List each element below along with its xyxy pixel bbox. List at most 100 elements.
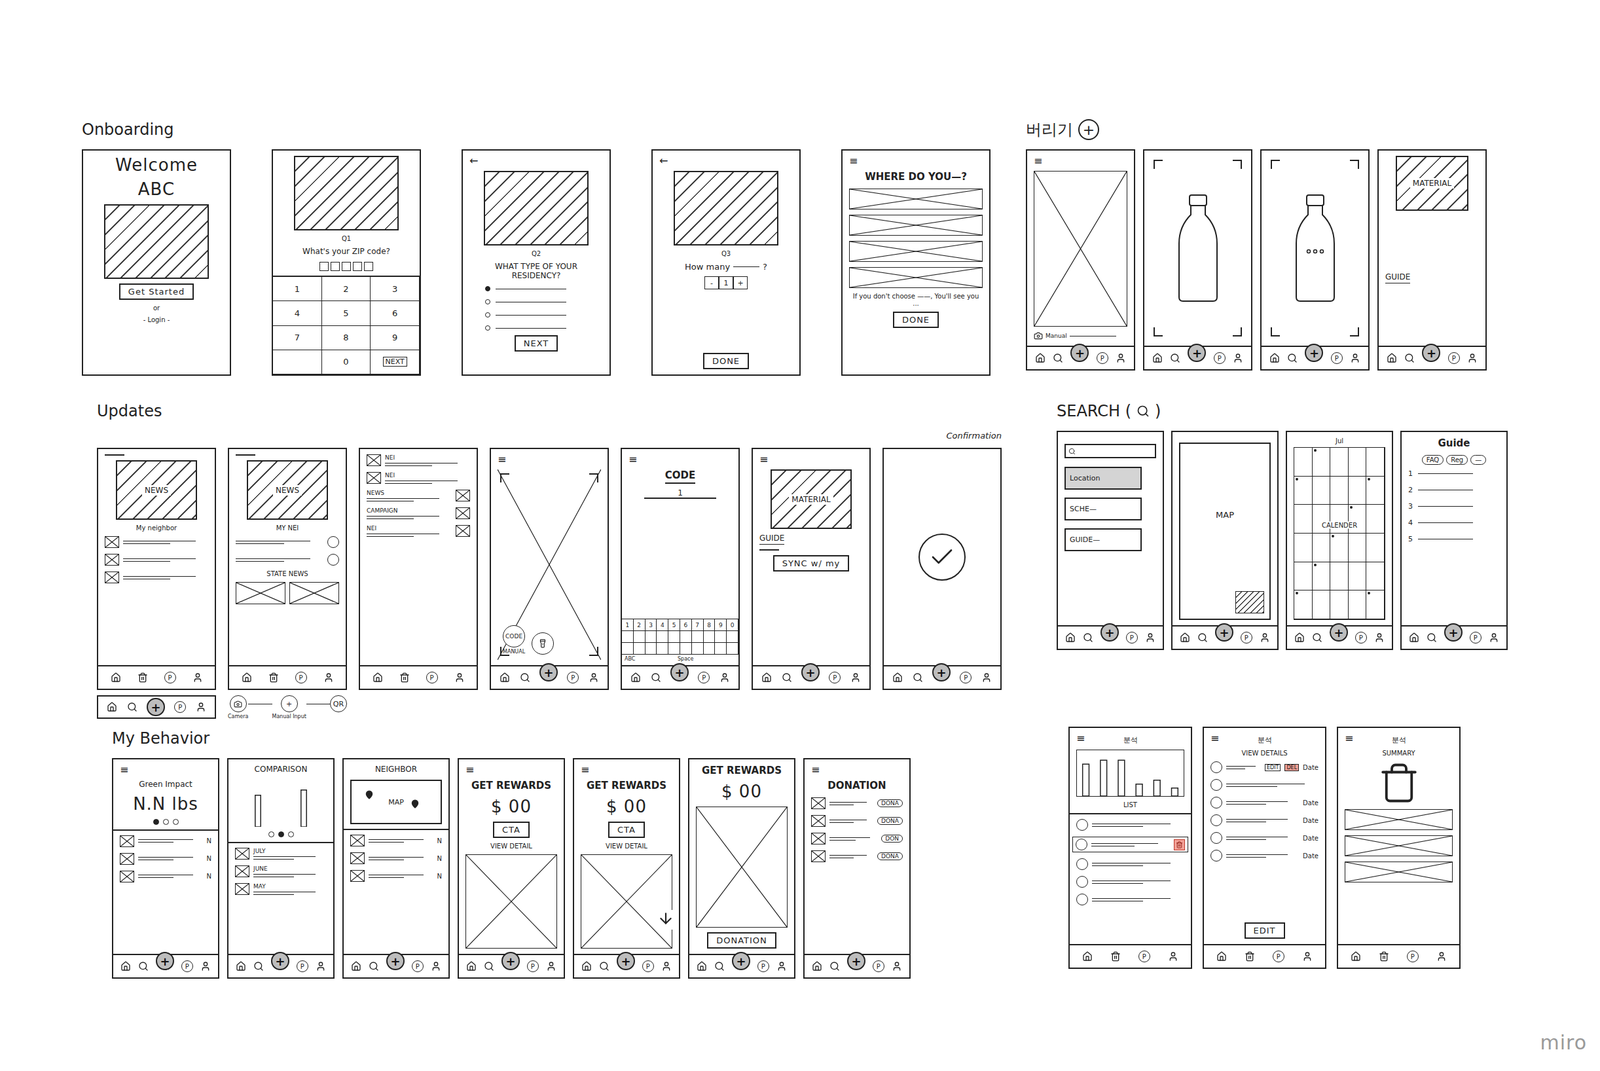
points-icon[interactable]: P	[1406, 950, 1419, 963]
key[interactable]	[645, 631, 658, 643]
profile-icon[interactable]	[588, 672, 600, 683]
profile-icon[interactable]	[545, 961, 557, 972]
home-icon[interactable]	[372, 672, 383, 683]
keypad-key[interactable]: NEXT	[370, 350, 420, 375]
option-card[interactable]	[1344, 835, 1453, 857]
profile-icon[interactable]	[1467, 352, 1478, 364]
search-icon[interactable]	[781, 672, 793, 683]
tab[interactable]: Reg	[1446, 454, 1468, 465]
add-button[interactable]: +	[539, 663, 558, 682]
list-row[interactable]: CAMPAIGN	[366, 507, 471, 520]
profile-icon[interactable]	[1374, 632, 1385, 643]
row-trail[interactable]: DONA	[877, 799, 903, 808]
calendar-day[interactable]	[1366, 562, 1385, 592]
menu-button[interactable]: ≡	[759, 454, 863, 465]
code-button[interactable]: CODE	[502, 625, 526, 648]
button[interactable]: DONE	[703, 352, 749, 370]
search-icon[interactable]	[829, 961, 840, 972]
list-row[interactable]: N	[350, 852, 442, 865]
home-icon[interactable]	[350, 961, 362, 972]
list-row[interactable]: N	[119, 870, 212, 883]
list-row[interactable]	[1076, 875, 1185, 888]
key[interactable]	[703, 631, 716, 643]
points-icon[interactable]: P	[1448, 352, 1460, 364]
menu-button[interactable]: ≡	[1033, 155, 1128, 167]
list-row[interactable]	[104, 536, 209, 548]
calendar-day[interactable]	[1312, 447, 1331, 477]
search-icon[interactable]	[1426, 632, 1437, 643]
option-card[interactable]	[1344, 809, 1453, 831]
qr-button[interactable]: QR	[329, 695, 347, 713]
key[interactable]: 5	[668, 619, 681, 632]
points-icon[interactable]: P	[1096, 352, 1109, 364]
add-button[interactable]: +	[801, 663, 820, 682]
points-icon[interactable]: P	[757, 960, 770, 973]
guide-item[interactable]: 3	[1408, 502, 1500, 511]
list-row[interactable]: JULY	[235, 847, 327, 860]
home-icon[interactable]	[696, 961, 708, 972]
calendar-day[interactable]	[1366, 590, 1385, 620]
list-row[interactable]	[1076, 858, 1185, 871]
guide-item[interactable]: 4	[1408, 518, 1500, 528]
profile-icon[interactable]	[1145, 632, 1156, 643]
home-icon[interactable]	[1350, 951, 1362, 962]
list-row[interactable]: NEI	[366, 454, 471, 467]
page-dot[interactable]	[163, 818, 169, 825]
key[interactable]	[645, 642, 658, 655]
key[interactable]	[703, 642, 716, 655]
search-icon[interactable]	[1197, 632, 1208, 643]
option-card[interactable]	[849, 188, 983, 210]
profile-icon[interactable]	[200, 961, 211, 972]
button[interactable]: Get Started	[119, 283, 194, 300]
keypad-key[interactable]: 4	[272, 301, 323, 326]
calendar-day[interactable]	[1348, 562, 1367, 592]
search-icon[interactable]	[1404, 352, 1415, 364]
search-option[interactable]: Location	[1064, 466, 1142, 490]
zip-input[interactable]	[279, 261, 414, 272]
calendar-day[interactable]	[1294, 476, 1313, 506]
key[interactable]: 0	[726, 619, 739, 632]
points-icon[interactable]: P	[164, 671, 177, 684]
search-icon[interactable]	[1052, 352, 1064, 364]
calendar-day[interactable]	[1294, 590, 1313, 620]
home-icon[interactable]	[466, 961, 477, 972]
calendar-day[interactable]	[1348, 447, 1367, 477]
add-button[interactable]: +	[271, 951, 290, 971]
profile-icon[interactable]	[891, 961, 903, 972]
option-card[interactable]	[849, 267, 983, 289]
calendar-day[interactable]	[1312, 476, 1331, 506]
points-icon[interactable]: P	[1330, 352, 1343, 364]
key[interactable]	[726, 642, 739, 655]
keypad-key[interactable]: 0	[322, 350, 372, 375]
add-button[interactable]: +	[1329, 623, 1348, 642]
menu-button[interactable]: ≡	[628, 454, 732, 465]
calendar-day[interactable]	[1348, 590, 1367, 620]
search-icon[interactable]	[599, 961, 610, 972]
list-row[interactable]	[235, 553, 340, 566]
key[interactable]	[633, 642, 646, 655]
delete-button[interactable]	[1173, 839, 1185, 851]
points-icon[interactable]: P	[1469, 631, 1482, 644]
search-icon[interactable]	[912, 672, 924, 683]
calendar-day[interactable]	[1294, 447, 1313, 477]
search-icon[interactable]	[138, 961, 149, 972]
radio-option[interactable]	[485, 312, 603, 318]
keypad-key[interactable]: 8	[322, 326, 372, 351]
guide-item[interactable]: 2	[1408, 485, 1500, 495]
key[interactable]	[668, 642, 681, 655]
search-icon[interactable]	[1311, 632, 1323, 643]
list-row[interactable]: DONA	[811, 850, 903, 863]
button[interactable]: CTA	[492, 821, 530, 838]
calendar-day[interactable]	[1330, 504, 1349, 534]
profile-icon[interactable]	[1259, 632, 1271, 643]
list-row[interactable]	[1210, 779, 1319, 791]
add-button[interactable]: +	[386, 951, 405, 971]
button[interactable]: DONATION	[707, 932, 777, 949]
profile-icon[interactable]	[719, 672, 730, 683]
add-button[interactable]: +	[1070, 343, 1089, 363]
list-row[interactable]	[104, 553, 209, 566]
tab[interactable]: FAQ	[1421, 454, 1444, 465]
points-icon[interactable]: P	[295, 671, 308, 684]
keypad-key[interactable]: 9	[370, 326, 420, 351]
key[interactable]	[680, 631, 692, 643]
